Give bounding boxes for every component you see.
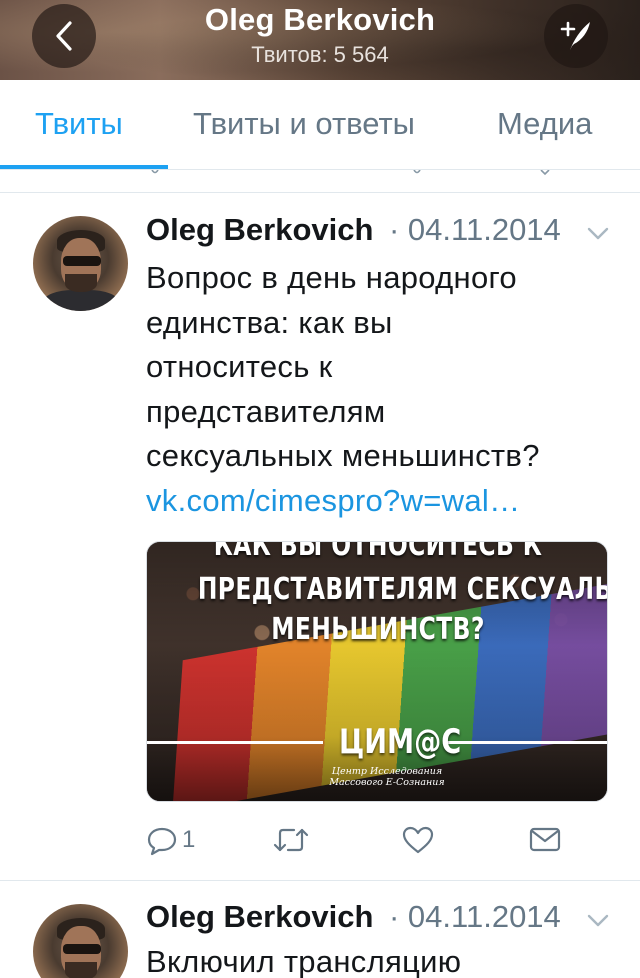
previous-tweet-icon-remnant: [540, 170, 550, 176]
profile-tabs: Твиты Твиты и ответы Медиа: [0, 80, 640, 170]
previous-tweet-icon-remnant: [151, 170, 159, 174]
cimes-logo: ЦИМ@С: [339, 722, 462, 762]
image-caption-line: МЕНЬШИНСТВ?: [271, 612, 485, 647]
cimes-logo-subtitle: Центр Исследования Массового Е-Сознания: [329, 766, 445, 788]
tweet-text: Вопрос в день народного единства: как вы…: [146, 256, 616, 523]
logo-rule: [447, 741, 607, 744]
tweet-text-line: сексуальных меньшинств?: [146, 438, 540, 473]
tweet-divider: [0, 880, 640, 881]
tab-tweets-and-replies[interactable]: Твиты и ответы: [193, 106, 415, 142]
tweet-date: · 04.11.2014: [389, 899, 561, 934]
avatar[interactable]: [33, 216, 128, 311]
tweet-media-image[interactable]: КАК ВЫ ОТНОСИТЕСЬ К ПРЕДСТАВИТЕЛЯМ СЕКСУ…: [146, 541, 608, 802]
tweet-author-name[interactable]: Oleg Berkovich: [146, 212, 373, 248]
reply-count: 1: [182, 826, 196, 853]
tweet-text-line: относитесь к: [146, 349, 333, 384]
tweet-author-name[interactable]: Oleg Berkovich: [146, 899, 373, 935]
reply-button[interactable]: 1: [146, 824, 195, 856]
tweet-link[interactable]: vk.com/cimespro?w=wal…: [146, 479, 616, 524]
envelope-icon: [529, 827, 561, 852]
tab-tweets[interactable]: Твиты: [35, 106, 123, 142]
tweet-actions: 1: [0, 820, 640, 864]
tweet-text-line: единства: как вы: [146, 304, 393, 340]
profile-header: Oleg Berkovich Твитов: 5 564: [0, 0, 640, 80]
image-caption-line: КАК ВЫ ОТНОСИТЕСЬ К: [213, 541, 543, 563]
image-caption-line: ПРЕДСТАВИТЕЛЯМ СЕКСУАЛЬНЫХ: [197, 572, 607, 607]
retweet-icon: [273, 828, 309, 852]
previous-tweet-icon-remnant: [413, 170, 421, 174]
heart-icon: [402, 826, 434, 854]
logo-rule: [147, 741, 323, 744]
tweet-count: Твитов: 5 564: [251, 42, 389, 67]
chevron-down-icon[interactable]: [586, 913, 610, 929]
direct-message-button[interactable]: [528, 824, 562, 854]
tweet-text-line: представителям: [146, 393, 386, 429]
reply-icon: [147, 827, 177, 856]
avatar[interactable]: [33, 904, 128, 978]
tab-media[interactable]: Медиа: [497, 106, 592, 142]
tweet-text: Включил трансляцию: [146, 944, 462, 978]
tweet-date: · 04.11.2014: [389, 212, 561, 247]
compose-tweet-button[interactable]: [544, 4, 608, 68]
chevron-down-icon[interactable]: [586, 226, 610, 242]
tweet-text-line: Вопрос в день народного: [146, 260, 517, 295]
tweet-divider: [0, 192, 640, 193]
like-button[interactable]: [401, 824, 435, 856]
compose-tweet-icon: [560, 21, 590, 50]
retweet-button[interactable]: [272, 824, 310, 856]
